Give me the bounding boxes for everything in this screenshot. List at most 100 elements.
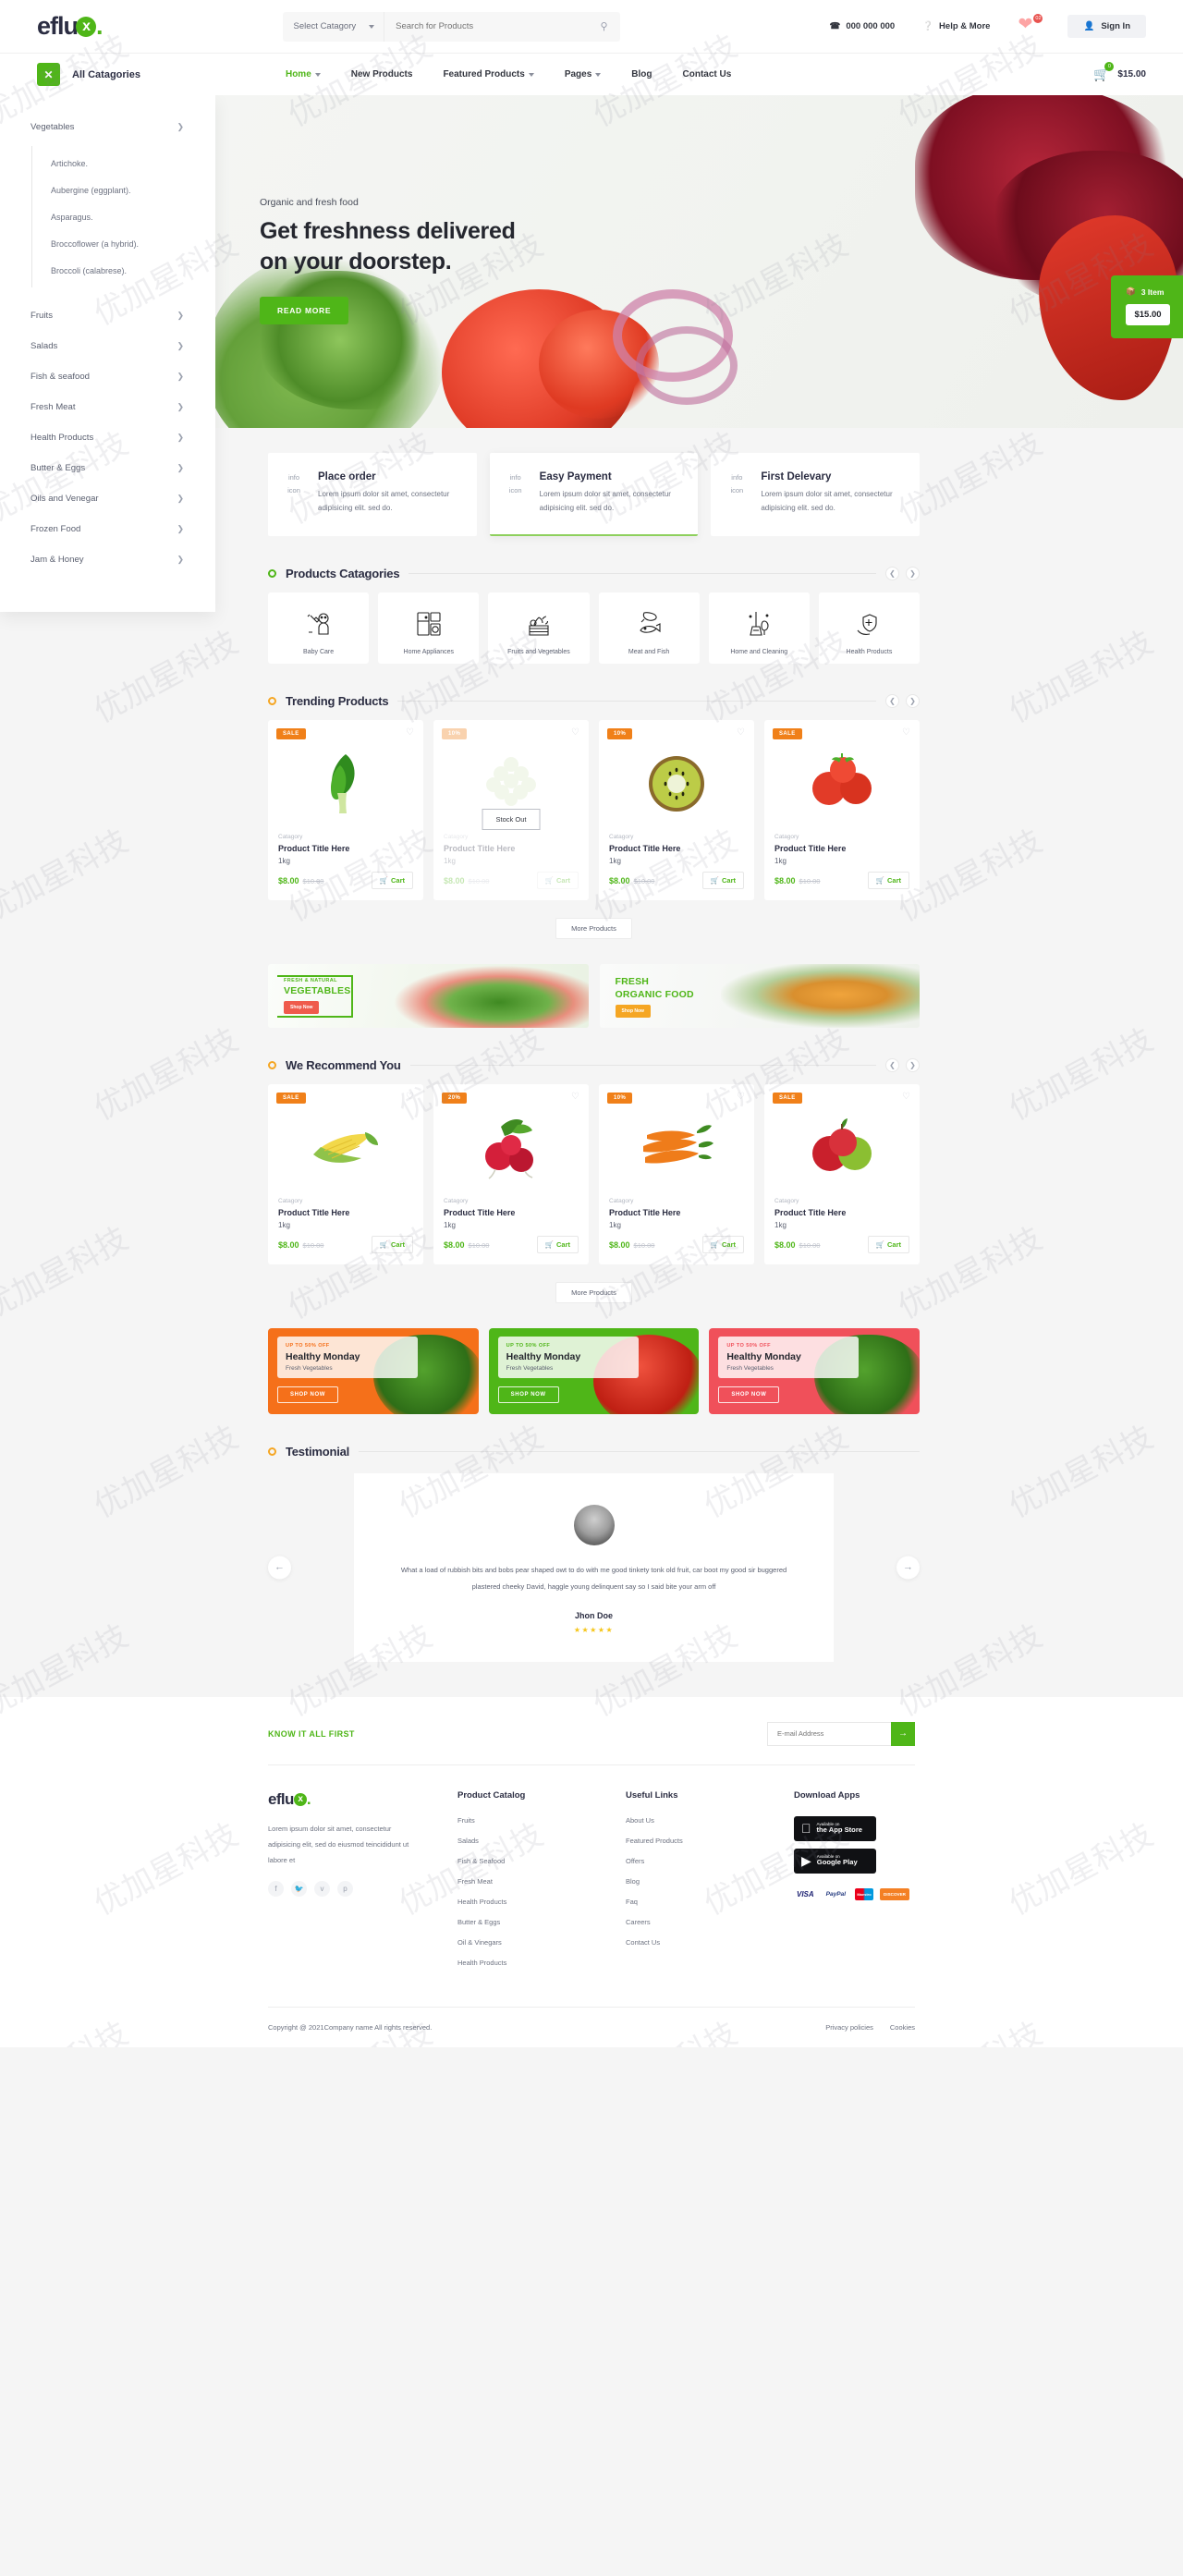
promo-banner-vegetables[interactable]: FRESH & NATURAL VEGETABLES Shop Now [268,963,589,1028]
nav-item-featured-products[interactable]: Featured Products [443,69,534,79]
testimonial-prev-button[interactable]: ← [268,1556,291,1580]
category-card-home-cleaning[interactable]: Home and Cleaning [708,592,810,664]
add-to-cart-button[interactable]: 🛒 Cart [536,871,579,889]
footer-link-butter-eggs[interactable]: Butter & Eggs [457,1918,626,1926]
prev-arrow-icon[interactable]: ❮ [885,566,899,580]
sidebar-item-fish-seafood[interactable]: Fish & seafood ❯ [0,361,215,392]
footer-link-health-products[interactable]: Health Products [457,1898,626,1906]
sidebar-subitem-asparagus[interactable]: Asparagus. [32,203,215,230]
facebook-icon[interactable]: f [268,1881,284,1898]
product-card[interactable]: 10% ♡ Catagory Product Title Here 1kg $8… [599,719,754,900]
promo-shop-now-button[interactable]: Shop Now [284,1000,320,1014]
vimeo-icon[interactable]: v [314,1881,330,1898]
sidebar-item-fresh-meat[interactable]: Fresh Meat ❯ [0,392,215,422]
nav-item-pages[interactable]: Pages [565,69,602,79]
footer-link-salads[interactable]: Salads [457,1837,626,1845]
add-to-cart-button[interactable]: 🛒 Cart [867,1235,909,1253]
help-link[interactable]: ❔ Help & More [922,21,990,31]
category-card-meat-fish[interactable]: Meat and Fish [598,592,700,664]
deal-shop-now-button[interactable]: SHOP NOW [497,1386,559,1403]
sidebar-subitem-aubergine[interactable]: Aubergine (eggplant). [32,177,215,203]
floating-cart-widget[interactable]: 📦 3 Item $15.00 [1111,275,1183,338]
footer-link-contact-us[interactable]: Contact Us [626,1938,794,1947]
wishlist-heart-icon[interactable]: ♡ [571,1092,579,1102]
wishlist-heart-icon[interactable]: ♡ [737,1092,745,1102]
add-to-cart-button[interactable]: 🛒 Cart [701,1235,744,1253]
deal-banner-orange[interactable]: UP TO 50% OFF Healthy Monday Fresh Veget… [268,1327,479,1414]
privacy-policies-link[interactable]: Privacy policies [825,2023,873,2032]
next-arrow-icon[interactable]: ❯ [906,693,920,708]
footer-link-fish-seafood[interactable]: Fish & Seafood [457,1857,626,1865]
add-to-cart-button[interactable]: 🛒 Cart [371,871,413,889]
sidebar-item-frozen-food[interactable]: Frozen Food ❯ [0,514,215,544]
deal-banner-green[interactable]: UP TO 50% OFF Healthy Monday Fresh Veget… [488,1327,700,1414]
product-card[interactable]: 10% ♡ Stock Out Catagory Product Title H… [433,719,589,900]
category-card-baby-care[interactable]: Baby Care [268,592,370,664]
wishlist-button[interactable]: ❤ 02 [1018,13,1043,38]
sidebar-subitem-artichoke[interactable]: Artichoke. [32,150,215,177]
footer-link-fruits[interactable]: Fruits [457,1816,626,1825]
wishlist-heart-icon[interactable]: ♡ [571,727,579,738]
wishlist-heart-icon[interactable]: ♡ [902,727,910,738]
footer-link-offers[interactable]: Offers [626,1857,794,1865]
sidebar-item-jam-honey[interactable]: Jam & Honey ❯ [0,544,215,575]
category-card-health-products[interactable]: Health Products [818,592,921,664]
nav-item-new-products[interactable]: New Products [351,69,413,79]
site-logo[interactable]: eflu x. [37,12,103,41]
app-store-button[interactable]:  Available on the App Store [794,1815,876,1841]
signin-button[interactable]: 👤 Sign In [1067,15,1146,38]
product-card[interactable]: SALE ♡ Catagory Product Title Here 1kg $… [764,1083,920,1264]
cart-widget[interactable]: 🛒 0 $15.00 [1093,62,1146,82]
next-arrow-icon[interactable]: ❯ [906,1057,920,1072]
category-select[interactable]: Select Catagory [283,11,385,42]
sidebar-subitem-broccoli[interactable]: Broccoli (calabrese). [32,257,215,284]
wishlist-heart-icon[interactable]: ♡ [406,727,414,738]
footer-link-careers[interactable]: Careers [626,1918,794,1926]
wishlist-heart-icon[interactable]: ♡ [406,1092,414,1102]
newsletter-submit-button[interactable]: → [891,1721,915,1746]
sidebar-item-fruits[interactable]: Fruits ❯ [0,300,215,331]
info-card-place-order[interactable]: info icon Place order Lorem ipsum dolor … [268,453,477,536]
nav-item-home[interactable]: Home [286,69,321,79]
footer-link-oil-vinegars[interactable]: Oil & Vinegars [457,1938,626,1947]
sidebar-item-health-products[interactable]: Health Products ❯ [0,422,215,453]
twitter-icon[interactable]: 🐦 [291,1881,307,1898]
more-products-button-trending[interactable]: More Products [555,917,632,939]
sidebar-item-oils-venegar[interactable]: Oils and Venegar ❯ [0,483,215,514]
wishlist-heart-icon[interactable]: ♡ [737,727,745,738]
info-card-easy-payment[interactable]: info icon Easy Payment Lorem ipsum dolor… [489,453,699,536]
info-card-first-delevary[interactable]: info icon First Delevary Lorem ipsum dol… [711,453,921,536]
category-card-home-appliances[interactable]: Home Appliances [378,592,480,664]
add-to-cart-button[interactable]: 🛒 Cart [867,871,909,889]
close-icon[interactable]: ✕ [37,63,60,86]
sidebar-subitem-broccoflower[interactable]: Broccoflower (a hybrid). [32,230,215,257]
all-categories-toggle[interactable]: ✕ All Catagories [37,63,140,86]
more-products-button-recommend[interactable]: More Products [555,1281,632,1303]
sidebar-item-butter-eggs[interactable]: Butter & Eggs ❯ [0,453,215,483]
prev-arrow-icon[interactable]: ❮ [885,693,899,708]
read-more-button[interactable]: READ MORE [260,297,349,324]
add-to-cart-button[interactable]: 🛒 Cart [371,1235,413,1253]
nav-item-blog[interactable]: Blog [631,69,652,79]
pinterest-icon[interactable]: p [337,1881,353,1898]
phone-info[interactable]: ☎ 000 000 000 [830,21,896,31]
next-arrow-icon[interactable]: ❯ [906,566,920,580]
cookies-link[interactable]: Cookies [890,2023,915,2032]
wishlist-heart-icon[interactable]: ♡ [902,1092,910,1102]
add-to-cart-button[interactable]: 🛒 Cart [701,871,744,889]
search-input[interactable] [384,21,589,31]
product-card[interactable]: 10% ♡ Catagory Product Title Here 1kg $8… [599,1083,754,1264]
sidebar-item-salads[interactable]: Salads ❯ [0,331,215,361]
add-to-cart-button[interactable]: 🛒 Cart [536,1235,579,1253]
footer-link-health-products-2[interactable]: Health Products [457,1959,626,1967]
product-card[interactable]: SALE ♡ Catagory Product Title Here 1kg $… [268,1083,423,1264]
nav-item-contact-us[interactable]: Contact Us [683,69,732,79]
newsletter-email-input[interactable] [767,1721,891,1746]
deal-banner-red[interactable]: UP TO 50% OFF Healthy Monday Fresh Veget… [709,1327,921,1414]
footer-link-faq[interactable]: Faq [626,1898,794,1906]
footer-logo[interactable]: eflu x. [268,1790,457,1809]
category-card-fruits-vegetables[interactable]: Fruits and Vegetables [488,592,590,664]
promo-shop-now-button[interactable]: Shop Now [615,1004,651,1018]
product-card[interactable]: SALE ♡ Catagory Product Title Here 1kg $… [764,719,920,900]
deal-shop-now-button[interactable]: SHOP NOW [277,1386,339,1403]
